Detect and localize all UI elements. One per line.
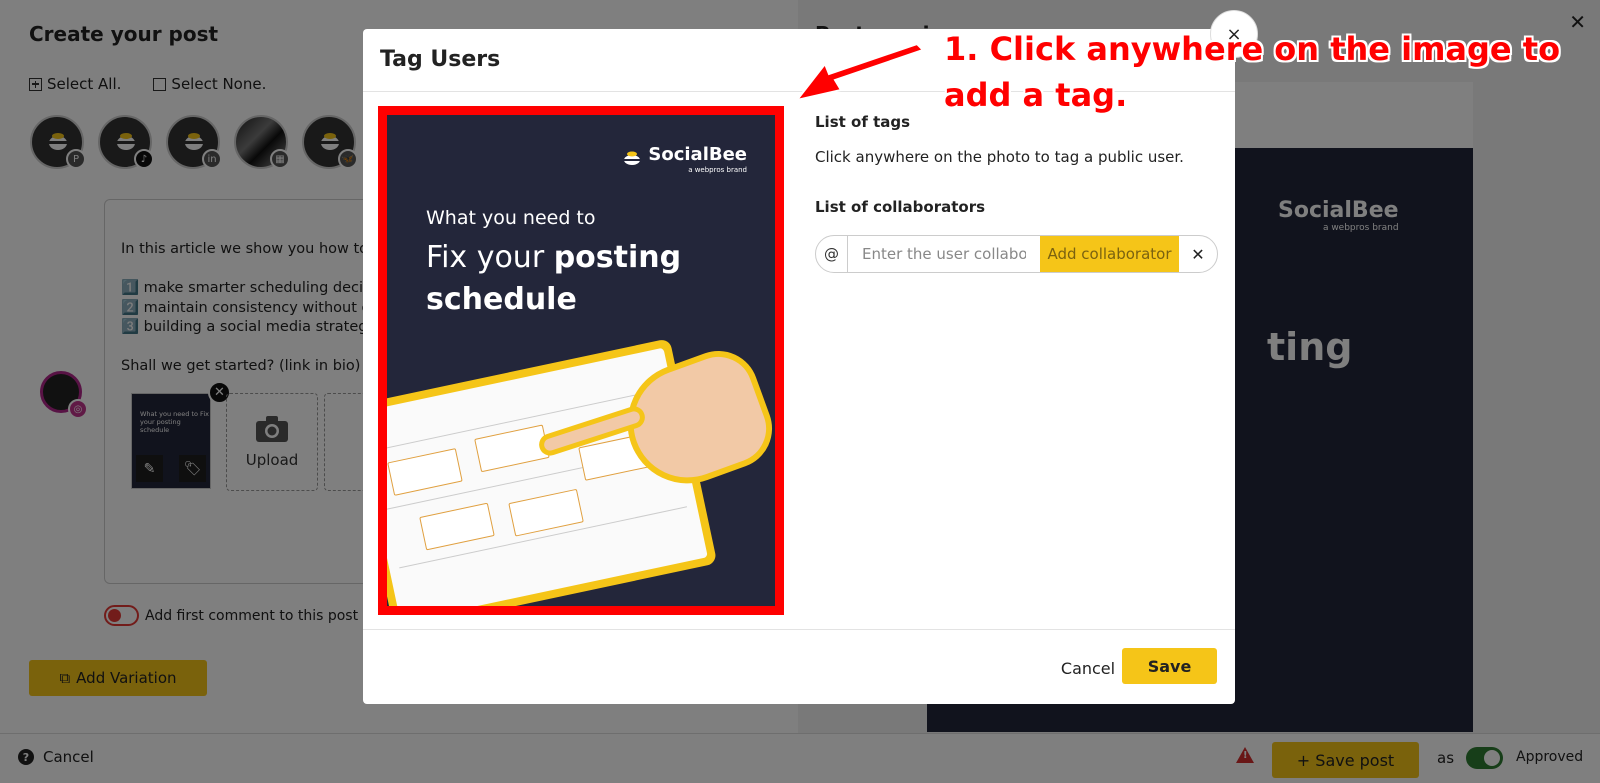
clear-collaborator-icon[interactable]: ✕ bbox=[1179, 236, 1217, 272]
add-collaborator-button[interactable]: Add collaborator bbox=[1040, 236, 1179, 272]
logo-text: SocialBee bbox=[648, 144, 747, 165]
calendar-card bbox=[419, 502, 495, 551]
calendar-card bbox=[474, 424, 550, 473]
taggable-image[interactable]: SocialBee a webpros brand What you need t… bbox=[378, 106, 784, 615]
dialog-title: Tag Users bbox=[380, 47, 501, 72]
collaborator-input-group: @ Add collaborator ✕ bbox=[815, 235, 1218, 273]
image-subtitle: What you need to bbox=[426, 207, 596, 229]
divider bbox=[363, 629, 1235, 630]
heading-plain: Fix your bbox=[426, 240, 554, 275]
bee-logo-icon bbox=[624, 151, 641, 165]
collaborator-input[interactable] bbox=[848, 236, 1040, 272]
annotation-arrow-icon bbox=[795, 42, 925, 102]
heading-bold-2: schedule bbox=[426, 282, 577, 317]
heading-bold-1: posting bbox=[553, 240, 682, 275]
cancel-button[interactable]: Cancel bbox=[1045, 653, 1131, 683]
save-button[interactable]: Save bbox=[1122, 648, 1217, 684]
collaborators-section-title: List of collaborators bbox=[815, 198, 986, 216]
tags-hint: Click anywhere on the photo to tag a pub… bbox=[815, 148, 1184, 166]
socialbee-logo: SocialBee a webpros brand bbox=[622, 144, 747, 174]
tags-section-title: List of tags bbox=[815, 113, 911, 131]
calendar-card bbox=[387, 448, 463, 496]
logo-subtext: a webpros brand bbox=[688, 166, 747, 174]
image-heading: Fix your posting schedule bbox=[426, 237, 681, 321]
annotation-callout: 1. Click anywhere on the image to add a … bbox=[944, 30, 1561, 114]
at-sign-icon: @ bbox=[816, 236, 848, 272]
